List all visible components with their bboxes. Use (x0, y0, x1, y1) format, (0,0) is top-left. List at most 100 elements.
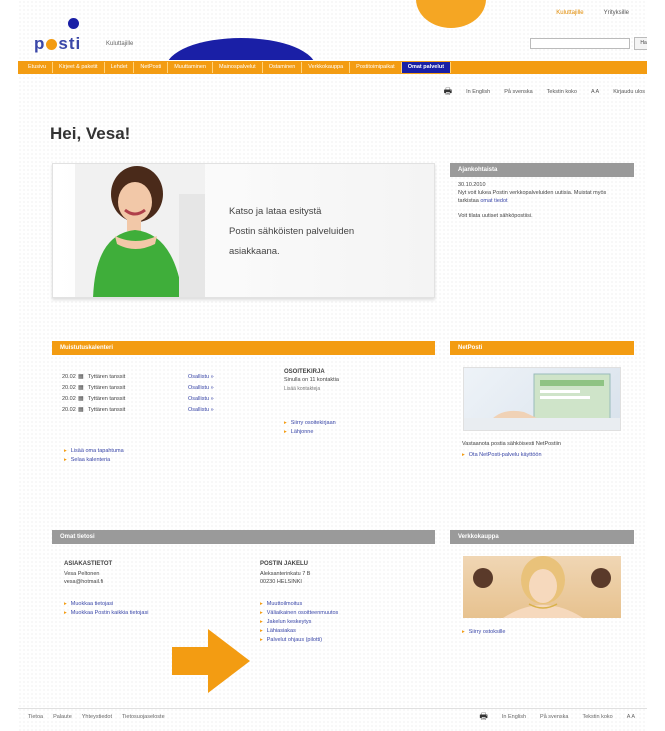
nav-item[interactable]: Lehdet (105, 62, 135, 73)
webshop-box: Verkkokauppa Siirry ostoksille (450, 530, 634, 637)
footer: Tietoa Palaute Yhteystiedot Tietosuojase… (18, 708, 647, 724)
util-swedish[interactable]: På svenska (504, 89, 532, 95)
address-book-link[interactable]: Siirry osoitekirjaan (284, 419, 336, 428)
service-pilot-link[interactable]: Palvelut ohjaus (pilotti) (260, 636, 430, 645)
nav-item[interactable]: Postitoimipaikat (350, 62, 402, 73)
hero-line: Postin sähköisten palveluiden (229, 226, 355, 237)
address-book-links: Siirry osoitekirjaan Lähjonne (284, 419, 336, 437)
tagline: Kuluttajille (106, 41, 134, 47)
footer-textsize[interactable]: Tekstin koko (582, 714, 612, 720)
temporary-address-link[interactable]: Väliaikainen osoitteenmuutos (260, 609, 430, 618)
nav-item[interactable]: Muuttaminen (168, 62, 213, 73)
footer-english[interactable]: In English (502, 714, 526, 720)
nav-item[interactable]: NetPosti (134, 62, 169, 73)
address-book-count: Sinulla on 11 kontaktia (284, 377, 339, 383)
top-link-business[interactable]: Yrityksille (604, 10, 629, 16)
footer-link[interactable]: Palaute (53, 714, 72, 720)
main-nav: Etusivu Kirjeet & paketit Lehdet NetPost… (18, 61, 647, 74)
event-list: 20.02 ▦ Tyttären tanssit Osallistu » 20.… (62, 371, 262, 415)
logo-o-icon (46, 39, 58, 51)
text-size-icon[interactable]: A A (591, 89, 599, 95)
news-date: 30.10.2010 (458, 182, 486, 188)
event-action-link[interactable]: Osallistu » (188, 385, 214, 391)
print-icon[interactable]: 🖶 (479, 709, 488, 725)
footer-link[interactable]: Yhteystiedot (82, 714, 112, 720)
news-link[interactable]: omat tiedot (480, 198, 507, 204)
customer-email: vesa@hotmail.fi (64, 579, 104, 585)
customer-links: Muokkaa tietojasi Muokkaa Postin kaikkia… (64, 600, 234, 618)
event-action-link[interactable]: Osallistu » (188, 396, 214, 402)
delivery-street: Aleksanterinkatu 7 B (260, 571, 311, 577)
hero-banner[interactable]: Katso ja lataa esitystä Postin sähköiste… (52, 163, 435, 298)
delivery-pause-link[interactable]: Jakelun keskeytys (260, 618, 430, 627)
top-links: Kuluttajille Yrityksille (556, 10, 629, 16)
customer-info-head: ASIAKASTIETOT (64, 561, 113, 567)
netpost-links: Ota NetPosti-palvelu käyttöön (462, 451, 634, 460)
footer-swedish[interactable]: På svenska (540, 714, 568, 720)
nav-item[interactable]: Ostaminen (263, 62, 303, 73)
event-time: 20.02 (62, 406, 76, 413)
event-time: 20.02 (62, 373, 76, 380)
util-logout[interactable]: Kirjaudu ulos (613, 89, 645, 95)
event-time: 20.02 (62, 384, 76, 391)
hero-line: Katso ja lataa esitystä (229, 206, 322, 217)
move-notice-link[interactable]: Muuttoilmoitus (260, 600, 430, 609)
netpost-activate-link[interactable]: Ota NetPosti-palvelu käyttöön (462, 451, 634, 460)
header: p sti Kuluttajille Kuluttajille Yrityksil… (18, 0, 647, 60)
event-action-link[interactable]: Osallistu » (188, 407, 214, 413)
edit-all-info-link[interactable]: Muokkaa Postin kaikkia tietojasi (64, 609, 234, 618)
nav-item[interactable]: Kirjeet & paketit (53, 62, 105, 73)
woman-jewelry-illustration (473, 556, 611, 618)
netpost-caption: Vastaanota postia sähköisesti NetPostiin (462, 441, 561, 447)
top-link-consumers[interactable]: Kuluttajille (556, 10, 583, 16)
footer-link[interactable]: Tietoa (28, 714, 43, 720)
posti-logo[interactable]: p sti (34, 34, 81, 54)
calendar-icon: ▦ (78, 385, 84, 391)
calendar-icon: ▦ (78, 407, 84, 413)
news-text: Voit tilata uutiset sähköpostiisi. (458, 213, 533, 219)
decorative-blue-arc (166, 38, 316, 60)
nav-item[interactable]: Mainospalvelut (213, 62, 263, 73)
event-title: Tyttären tanssit (88, 384, 126, 391)
webshop-title: Verkkokauppa (450, 530, 634, 544)
hero-line: asiakkaana. (229, 246, 280, 257)
list-item: 20.02 ▦ Tyttären tanssit Osallistu » (62, 371, 262, 382)
list-item: 20.02 ▦ Tyttären tanssit Osallistu » (62, 382, 262, 393)
nav-item-active[interactable]: Omat palvelut (401, 62, 452, 73)
delivery-links: Muuttoilmoitus Väliaikainen osoitteenmuu… (260, 600, 430, 645)
nav-item[interactable]: Verkkokauppa (302, 62, 351, 73)
util-textsize[interactable]: Tekstin koko (547, 89, 577, 95)
calendar-links: Lisää oma tapahtuma Selaa kalenteria (64, 447, 124, 465)
news-body: 30.10.2010 Nyt voit lukea Postin verkkop… (450, 177, 634, 231)
add-event-link[interactable]: Lisää oma tapahtuma (64, 447, 124, 456)
util-english[interactable]: In English (466, 89, 490, 95)
netpost-title: NetPosti (450, 341, 634, 355)
list-item: 20.02 ▦ Tyttären tanssit Osallistu » (62, 404, 262, 415)
news-title: Ajankohtaista (450, 163, 634, 177)
decorative-orange-arc (416, 0, 486, 28)
nav-item[interactable]: Etusivu (22, 62, 54, 73)
address-book-link[interactable]: Lähjonne (284, 428, 336, 437)
address-book-sub: Lisää kontakteja (284, 386, 321, 392)
edit-info-link[interactable]: Muokkaa tietojasi (64, 600, 234, 609)
search-button[interactable]: Hae (634, 37, 647, 50)
event-action-link[interactable]: Osallistu » (188, 374, 214, 380)
arrow-right-icon (172, 629, 250, 693)
event-title: Tyttären tanssit (88, 373, 126, 380)
print-icon[interactable]: 🖶 (444, 84, 453, 100)
page-title: Hei, Vesa! (50, 124, 131, 143)
nearby-customer-link[interactable]: Lähiasiakas (260, 627, 430, 636)
delivery-postcode: 00230 HELSINKI (260, 579, 302, 585)
address-book-title: OSOITEKIRJA (284, 369, 325, 375)
list-item: 20.02 ▦ Tyttären tanssit Osallistu » (62, 393, 262, 404)
go-shopping-link[interactable]: Siirry ostoksille (462, 628, 634, 637)
search-input[interactable] (530, 38, 630, 49)
my-info-title: Omat tietosi (52, 530, 435, 544)
webshop-photo (463, 556, 621, 618)
text-size-icon[interactable]: A A (627, 714, 635, 720)
calendar-panel: Muistutuskalenteri 20.02 ▦ Tyttären tans… (52, 341, 435, 491)
webshop-links: Siirry ostoksille (462, 628, 634, 637)
footer-link[interactable]: Tietosuojaseloste (122, 714, 165, 720)
browse-calendar-link[interactable]: Selaa kalenteria (64, 456, 124, 465)
calendar-icon: ▦ (78, 374, 84, 380)
